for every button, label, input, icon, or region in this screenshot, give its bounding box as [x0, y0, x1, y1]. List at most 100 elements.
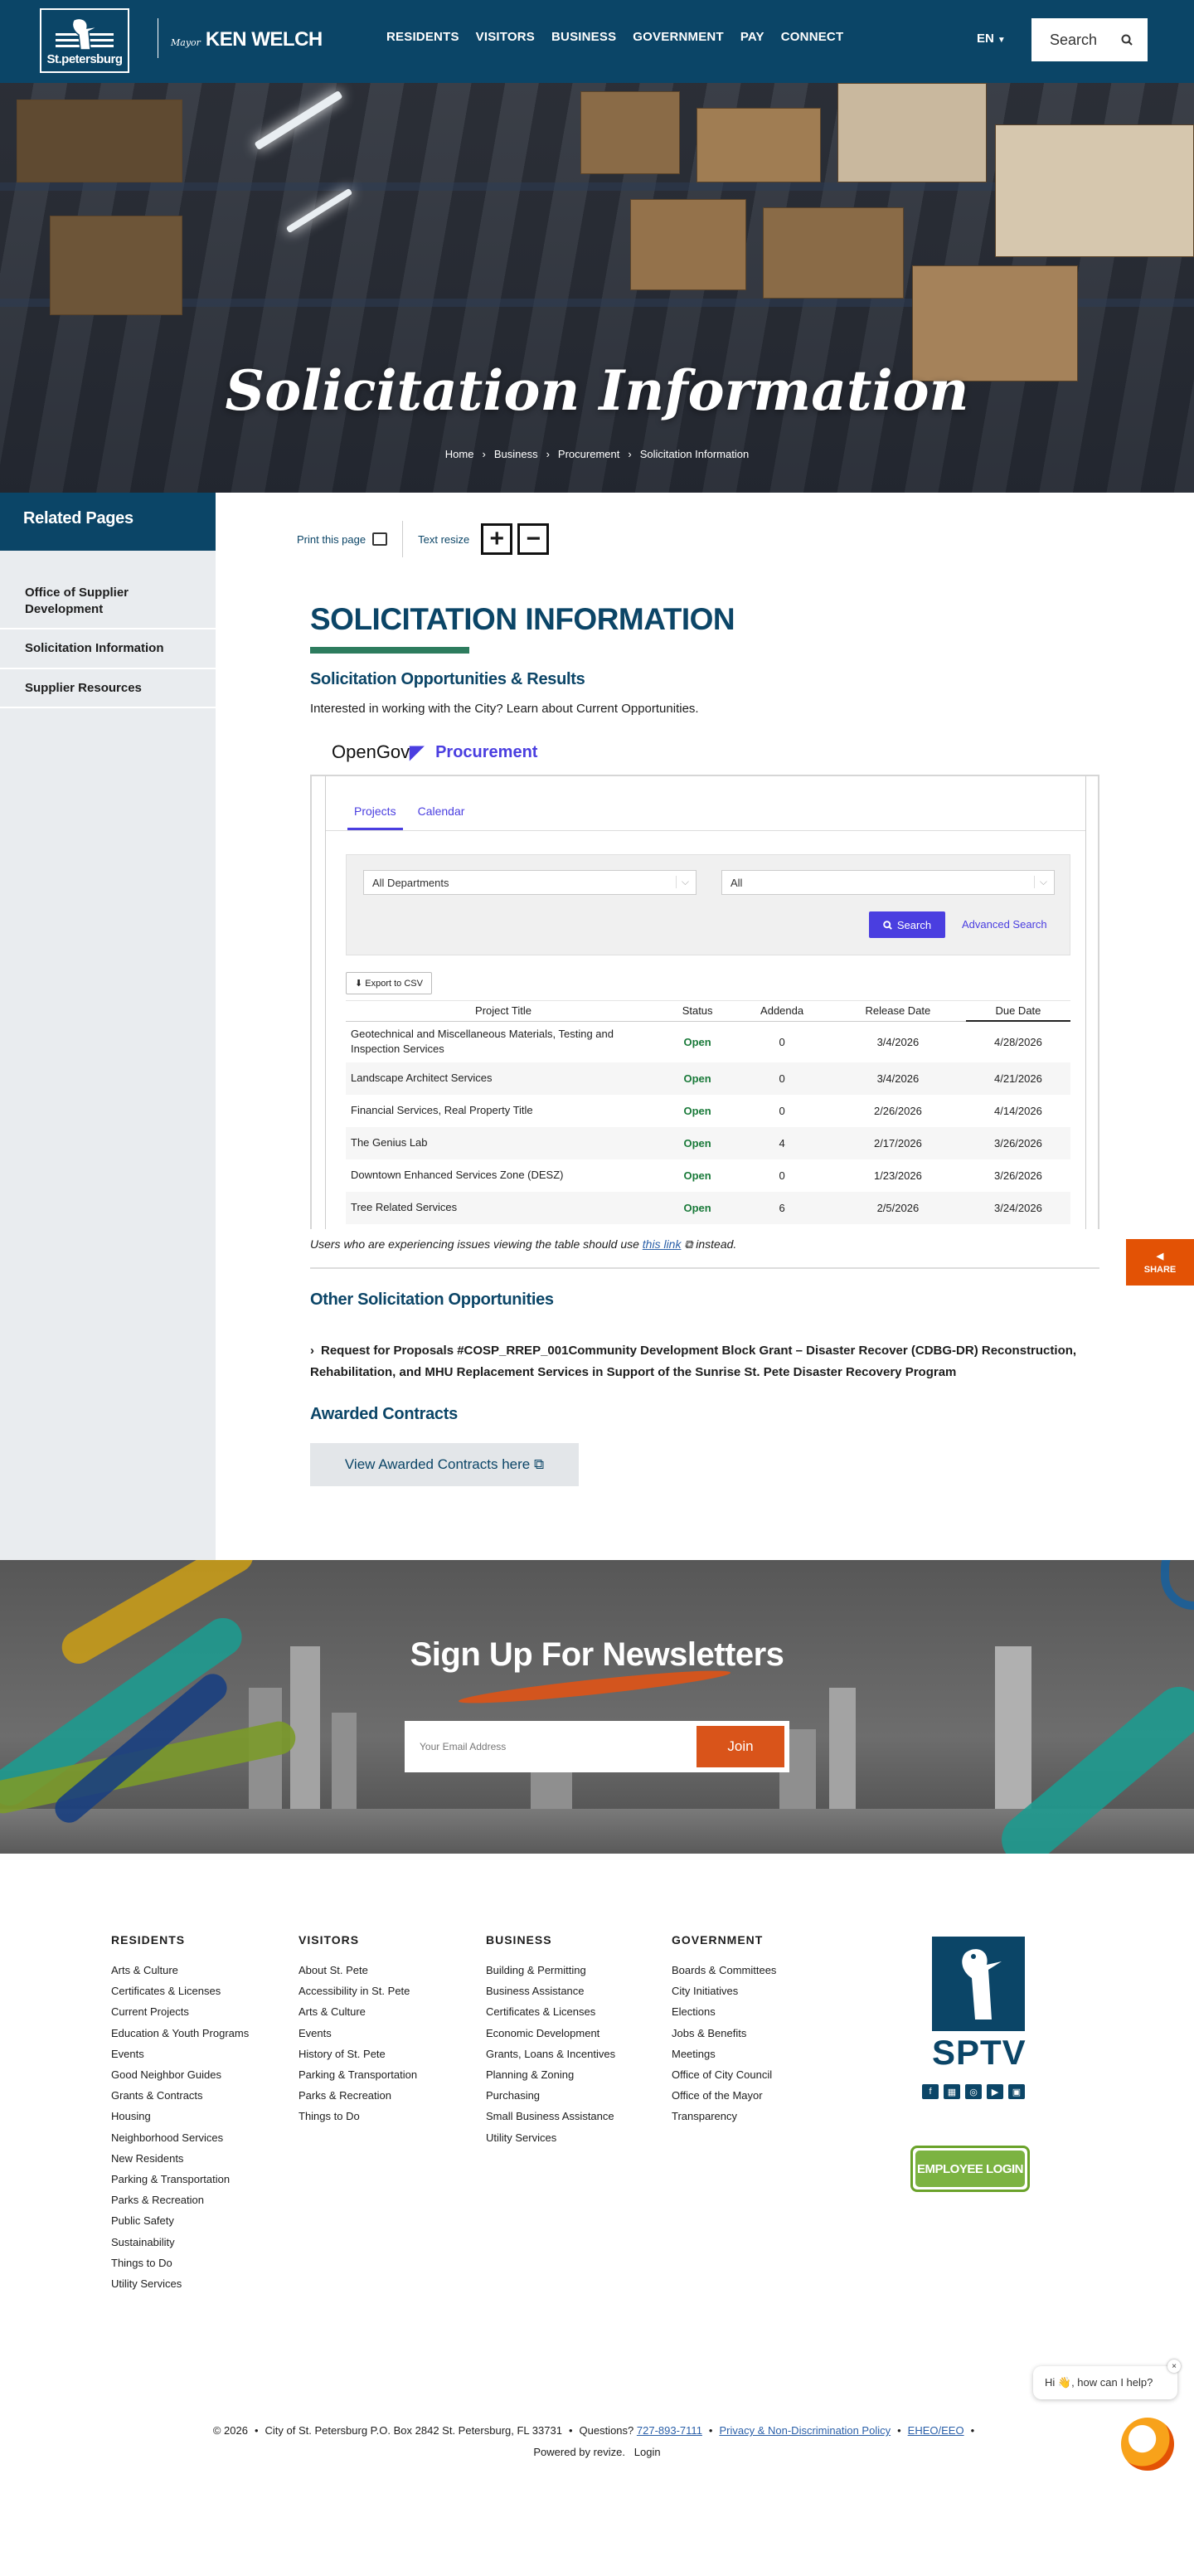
nav-business[interactable]: BUSINESS [551, 30, 616, 44]
table-row[interactable]: Financial Services, Real Property Title … [346, 1095, 1070, 1127]
footer-link[interactable]: Education & Youth Programs [111, 2023, 249, 2044]
footer-link[interactable]: Accessibility in St. Pete [298, 1981, 417, 2001]
rfp-link[interactable]: › Request for Proposals #COSP_RREP_001Com… [310, 1340, 1106, 1383]
footer-link[interactable]: Things to Do [298, 2106, 417, 2126]
table-row[interactable]: Landscape Architect Services Open 0 3/4/… [346, 1062, 1070, 1096]
footer-link[interactable]: Jobs & Benefits [672, 2023, 776, 2044]
login-link[interactable]: Login [634, 2446, 661, 2458]
footer-link[interactable]: Elections [672, 2001, 776, 2022]
table-row[interactable]: Geotechnical and Miscellaneous Materials… [346, 1021, 1070, 1062]
footer-link[interactable]: Certificates & Licenses [486, 2001, 615, 2022]
footer-link[interactable]: Business Assistance [486, 1981, 615, 2001]
photo-icon[interactable]: ▣ [1008, 2084, 1025, 2099]
footer-link[interactable]: History of St. Pete [298, 2044, 417, 2064]
row-title[interactable]: The Genius Lab [346, 1127, 661, 1160]
text-increase-button[interactable]: + [481, 523, 513, 555]
table-row[interactable]: The Genius Lab Open 4 2/17/2026 3/26/202… [346, 1127, 1070, 1160]
breadcrumb-business[interactable]: Business [494, 448, 538, 460]
export-csv-button[interactable]: ⬇ Export to CSV [346, 972, 432, 994]
sidebar-item-solicitation-information[interactable]: Solicitation Information [0, 629, 216, 669]
search-button[interactable]: Search [1031, 18, 1148, 61]
close-icon[interactable]: × [1167, 2360, 1181, 2373]
chat-bubble[interactable]: Hi 👋, how can I help? × [1033, 2360, 1181, 2399]
opengov-search-button[interactable]: Search [869, 911, 945, 938]
footer-link[interactable]: Events [298, 2023, 417, 2044]
nav-connect[interactable]: CONNECT [781, 30, 844, 44]
nav-residents[interactable]: RESIDENTS [386, 30, 459, 44]
col-release-date[interactable]: Release Date [829, 1000, 966, 1022]
footer-link[interactable]: Parks & Recreation [111, 2190, 249, 2210]
row-title[interactable]: Geotechnical and Miscellaneous Materials… [346, 1021, 661, 1062]
col-status[interactable]: Status [661, 1000, 735, 1022]
powered-by[interactable]: Powered by revize. [533, 2446, 625, 2458]
footer-link[interactable]: Neighborhood Services [111, 2127, 249, 2148]
row-title[interactable]: Tree Related Services [346, 1192, 661, 1225]
footer-link[interactable]: Good Neighbor Guides [111, 2064, 249, 2085]
facebook-icon[interactable]: f [922, 2084, 939, 2099]
col-due-date[interactable]: Due Date [965, 1000, 1070, 1022]
footer-link[interactable]: Office of City Council [672, 2064, 776, 2085]
eeo-link[interactable]: EHEO/EEO [908, 2424, 964, 2437]
footer-link[interactable]: Office of the Mayor [672, 2085, 776, 2106]
privacy-link[interactable]: Privacy & Non-Discrimination Policy [719, 2424, 891, 2437]
row-title[interactable]: Financial Services, Real Property Title [346, 1095, 661, 1127]
col-project-title[interactable]: Project Title [346, 1000, 661, 1022]
email-input[interactable]: Your Email Address [410, 1726, 696, 1767]
this-link[interactable]: this link [643, 1237, 682, 1251]
footer-link[interactable]: Sustainability [111, 2232, 249, 2253]
department-select[interactable]: All Departments ⌵ [363, 870, 696, 895]
share-button[interactable]: ◀ SHARE [1126, 1239, 1194, 1286]
footer-link[interactable]: Building & Permitting [486, 1960, 615, 1981]
footer-link[interactable]: Grants, Loans & Incentives [486, 2044, 615, 2064]
tab-projects[interactable]: Projects [347, 804, 403, 830]
footer-link[interactable]: Parking & Transportation [298, 2064, 417, 2085]
footer-link[interactable]: Meetings [672, 2044, 776, 2064]
instagram-icon[interactable]: ◎ [965, 2084, 982, 2099]
tab-calendar[interactable]: Calendar [411, 804, 472, 830]
footer-link[interactable]: Housing [111, 2106, 249, 2126]
footer-link[interactable]: Grants & Contracts [111, 2085, 249, 2106]
footer-link[interactable]: Boards & Committees [672, 1960, 776, 1981]
footer-link[interactable]: Utility Services [486, 2127, 615, 2148]
sptv-logo[interactable]: SPTV [932, 1937, 1026, 2072]
footer-link[interactable]: Economic Development [486, 2023, 615, 2044]
breadcrumb-procurement[interactable]: Procurement [558, 448, 619, 460]
nav-pay[interactable]: PAY [740, 30, 764, 44]
join-button[interactable]: Join [696, 1726, 784, 1767]
youtube-icon[interactable]: ▶ [987, 2084, 1003, 2099]
employee-login-button[interactable]: EMPLOYEE LOGIN [910, 2146, 1030, 2192]
footer-link[interactable]: Certificates & Licenses [111, 1981, 249, 2001]
footer-link[interactable]: Things to Do [111, 2253, 249, 2273]
row-title[interactable]: Downtown Enhanced Services Zone (DESZ) [346, 1159, 661, 1192]
row-title[interactable]: Landscape Architect Services [346, 1062, 661, 1096]
advanced-search-link[interactable]: Advanced Search [962, 918, 1047, 931]
footer-link[interactable]: Parks & Recreation [298, 2085, 417, 2106]
footer-link[interactable]: Events [111, 2044, 249, 2064]
sidebar-item-supplier-resources[interactable]: Supplier Resources [0, 669, 216, 708]
footer-link[interactable]: About St. Pete [298, 1960, 417, 1981]
print-link[interactable]: Print this page [297, 533, 366, 546]
footer-link[interactable]: Planning & Zoning [486, 2064, 615, 2085]
footer-link[interactable]: Parking & Transportation [111, 2169, 249, 2190]
city-logo[interactable]: St.petersburg [40, 8, 129, 73]
flickr-icon[interactable]: ▦ [944, 2084, 960, 2099]
phone-link[interactable]: 727-893-7111 [637, 2424, 702, 2437]
table-row[interactable]: Downtown Enhanced Services Zone (DESZ) O… [346, 1159, 1070, 1192]
footer-link[interactable]: City Initiatives [672, 1981, 776, 2001]
table-row[interactable]: Tree Related Services Open 6 2/5/2026 3/… [346, 1192, 1070, 1225]
sidebar-item-supplier-development[interactable]: Office of Supplier Development [0, 574, 216, 629]
footer-link[interactable]: Small Business Assistance [486, 2106, 615, 2126]
footer-link[interactable]: Public Safety [111, 2210, 249, 2231]
nav-government[interactable]: GOVERNMENT [633, 30, 724, 44]
footer-link[interactable]: Utility Services [111, 2273, 249, 2294]
footer-link[interactable]: Arts & Culture [298, 2001, 417, 2022]
footer-link[interactable]: Current Projects [111, 2001, 249, 2022]
nav-visitors[interactable]: VISITORS [476, 30, 535, 44]
view-awarded-contracts-button[interactable]: View Awarded Contracts here ⧉ [310, 1443, 579, 1486]
opengov-logo[interactable]: OpenGov◤ [332, 741, 424, 763]
text-decrease-button[interactable]: − [517, 523, 550, 555]
footer-link[interactable]: Purchasing [486, 2085, 615, 2106]
footer-link[interactable]: Transparency [672, 2106, 776, 2126]
col-addenda[interactable]: Addenda [734, 1000, 830, 1022]
printer-icon[interactable] [372, 532, 388, 546]
